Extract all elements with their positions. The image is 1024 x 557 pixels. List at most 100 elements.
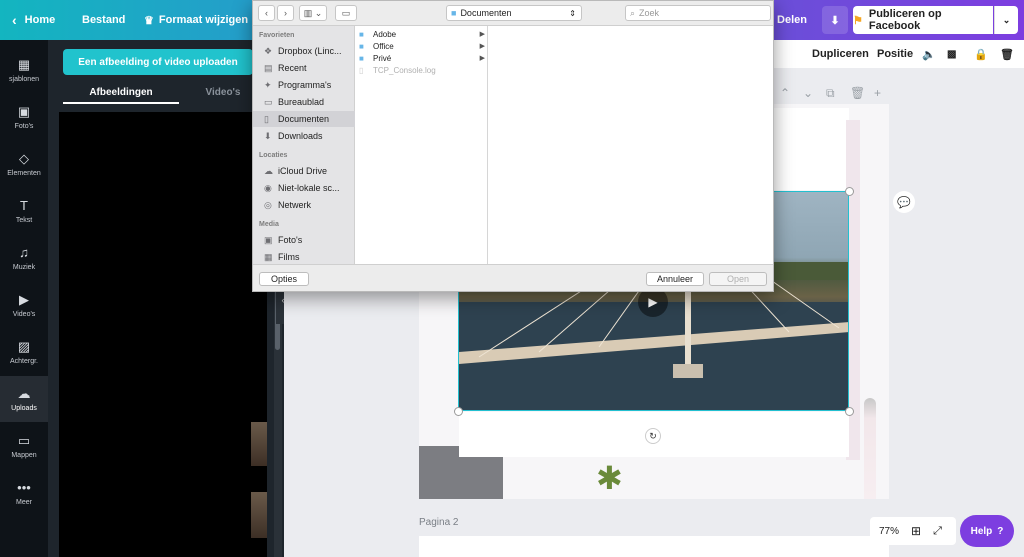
position-button[interactable]: Positie	[877, 40, 913, 68]
network-icon: ◎	[264, 199, 272, 210]
sidebar-item-recent[interactable]: ▤ Recent	[253, 60, 355, 76]
rail-text[interactable]: T Tekst	[0, 188, 48, 234]
sidebar-item-network[interactable]: ◎ Netwerk	[253, 197, 355, 213]
active-tab-indicator	[63, 102, 179, 104]
design-page-2[interactable]	[419, 536, 889, 557]
rotate-handle[interactable]: ↻	[645, 428, 661, 444]
open-button[interactable]: Open	[709, 272, 767, 286]
chevron-right-icon: ▶	[479, 55, 485, 62]
resize-button[interactable]: ♛ Formaat wijzigen	[144, 0, 248, 40]
share-button[interactable]: Delen	[772, 6, 812, 34]
recent-icon: ▤	[264, 62, 273, 73]
file-column: ■ Adobe ▶ ■ Office ▶ ■ Privé ▶ ▯ TCP_Console.lo…	[355, 26, 488, 264]
documents-icon: ▯	[264, 113, 269, 124]
add-page-icon[interactable]: +	[874, 86, 881, 100]
file-icon: ▯	[359, 65, 364, 75]
sidebar-item-apps[interactable]: ✦ Programma's	[253, 77, 355, 93]
dialog-toolbar: ‹ › ▥ ⌄ ▭ ■ Documenten ⇕ ⌕ Zoek	[253, 1, 773, 26]
rail-templates[interactable]: ▦ sjablonen	[0, 47, 48, 93]
chevron-left-icon: ‹	[265, 8, 268, 18]
rail-music[interactable]: ♫ Muziek	[0, 235, 48, 281]
rail-background[interactable]: ▨ Achtergr.	[0, 329, 48, 375]
sidebar-item-icloud[interactable]: ☁ iCloud Drive	[253, 163, 355, 179]
crown-icon: ♛	[144, 14, 154, 27]
publish-dropdown[interactable]: ⌄	[994, 6, 1018, 34]
download-button[interactable]: ⬇	[822, 6, 848, 34]
grid-view-icon[interactable]: ⊞	[911, 524, 921, 538]
file-menu[interactable]: Bestand	[82, 0, 125, 40]
folder-icon: ■	[359, 53, 364, 63]
favorites-header: Favorieten	[259, 32, 295, 39]
rail-folders[interactable]: ▭ Mappen	[0, 423, 48, 469]
question-icon: ?	[997, 525, 1004, 537]
lock-icon[interactable]: 🔒	[974, 40, 988, 68]
chevron-down-icon: ⌄	[1002, 14, 1011, 25]
view-mode-button[interactable]: ▥ ⌄	[299, 5, 327, 21]
chevron-right-icon: ▶	[479, 43, 485, 50]
transparency-icon[interactable]: ▩	[947, 40, 956, 68]
new-folder-button[interactable]: ▭	[335, 5, 357, 21]
sidebar-item-desktop[interactable]: ▭ Bureaublad	[253, 94, 355, 110]
elements-icon: ◇	[19, 150, 29, 166]
video-icon: ▶	[19, 291, 29, 307]
sidebar-item-remote-disc[interactable]: ◉ Niet-lokale sc...	[253, 180, 355, 196]
desktop-icon: ▭	[264, 96, 273, 107]
dropbox-icon: ❖	[264, 45, 273, 56]
resize-handle[interactable]	[454, 407, 463, 416]
music-icon: ♫	[19, 244, 29, 260]
background-icon: ▨	[17, 338, 31, 354]
cloud-icon: ☁	[264, 165, 273, 176]
list-item[interactable]: ■ Adobe ▶	[355, 28, 488, 40]
back-button[interactable]: ‹	[258, 5, 275, 21]
duplicate-button[interactable]: Dupliceren	[812, 40, 869, 68]
home-button[interactable]: ‹ Home	[12, 0, 55, 40]
publish-facebook-button[interactable]: ⚑ Publiceren op Facebook	[853, 6, 993, 34]
add-comment-button[interactable]: 💬	[893, 191, 915, 213]
uploads-panel: Een afbeelding of video uploaden Afbeeld…	[48, 40, 284, 557]
list-item[interactable]: ■ Office ▶	[355, 40, 488, 52]
trash-icon[interactable]: 🗑	[1000, 40, 1014, 68]
upload-thumbnail[interactable]	[251, 422, 267, 466]
photos-icon: ▣	[264, 234, 273, 245]
tab-images[interactable]: Afbeeldingen	[63, 80, 179, 104]
sidebar-item-dropbox[interactable]: ❖ Dropbox (Linc...	[253, 43, 355, 59]
sidebar-item-photos[interactable]: ▣ Foto's	[253, 232, 355, 248]
upload-media-button[interactable]: Een afbeelding of video uploaden	[63, 49, 253, 75]
sidebar-item-downloads[interactable]: ⬇ Downloads	[253, 128, 355, 144]
cancel-button[interactable]: Annuleer	[646, 272, 704, 286]
rail-more[interactable]: ••• Meer	[0, 470, 48, 516]
delete-page-icon[interactable]: 🗑	[850, 86, 865, 100]
search-input[interactable]: ⌕ Zoek	[625, 5, 771, 21]
dialog-footer: Opties Annuleer Open	[253, 264, 773, 291]
move-up-icon[interactable]: ⌃	[780, 86, 790, 100]
dialog-sidebar: Favorieten ❖ Dropbox (Linc... ▤ Recent ✦ Pr…	[253, 26, 355, 264]
volume-icon[interactable]: 🔈	[922, 40, 936, 68]
copy-page-icon[interactable]: ⧉	[826, 86, 835, 101]
films-icon: ▦	[264, 251, 273, 262]
resize-handle[interactable]	[845, 187, 854, 196]
rail-elements[interactable]: ◇ Elementen	[0, 141, 48, 187]
upload-thumbnail[interactable]	[251, 492, 267, 538]
move-down-icon[interactable]: ⌄	[803, 86, 813, 100]
columns-icon: ▥ ⌄	[303, 7, 323, 18]
search-icon: ⌕	[630, 7, 636, 18]
rail-videos[interactable]: ▶ Video's	[0, 282, 48, 328]
rail-photos[interactable]: ▣ Foto's	[0, 94, 48, 140]
flag-icon: ⚑	[853, 14, 863, 27]
list-item[interactable]: ■ Privé ▶	[355, 52, 488, 64]
pen-image	[864, 398, 876, 499]
sidebar-item-documents[interactable]: ▯ Documenten	[253, 111, 355, 127]
plant-image: ✱	[596, 460, 623, 496]
location-dropdown[interactable]: ■ Documenten ⇕	[446, 5, 582, 21]
help-button[interactable]: Help ?	[960, 515, 1014, 547]
rotate-icon: ↻	[649, 430, 657, 441]
more-icon: •••	[17, 479, 31, 495]
options-button[interactable]: Opties	[259, 272, 309, 286]
fullscreen-icon[interactable]: ⤢	[933, 525, 942, 538]
resize-handle[interactable]	[845, 407, 854, 416]
rail-uploads[interactable]: ☁ Uploads	[0, 376, 48, 422]
forward-button[interactable]: ›	[277, 5, 294, 21]
updown-icon: ⇕	[569, 8, 576, 18]
sidebar-item-films[interactable]: ▦ Films	[253, 249, 355, 265]
zoom-level[interactable]: 77%	[879, 526, 899, 537]
